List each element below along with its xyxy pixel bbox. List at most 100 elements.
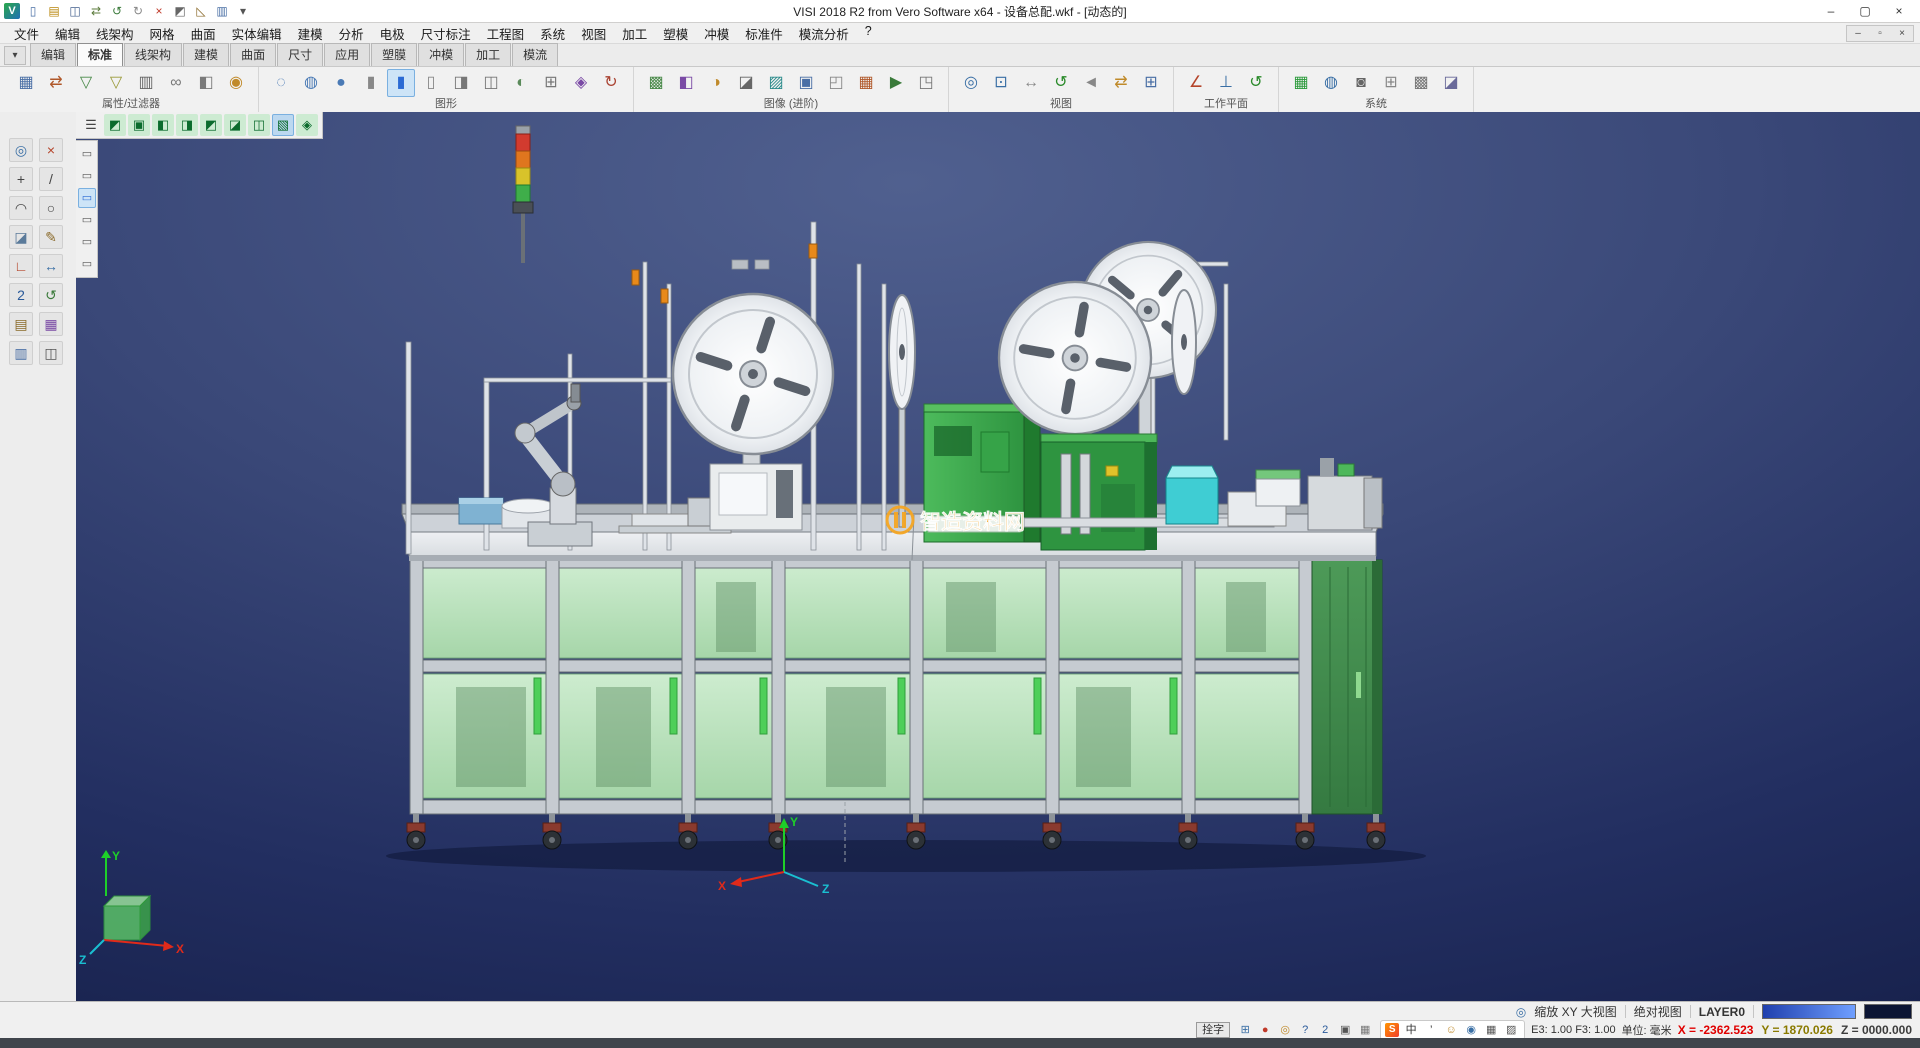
previous-view-icon[interactable]: ◄ xyxy=(1077,69,1105,97)
mask-icon[interactable]: ◧ xyxy=(192,69,220,97)
view-left-icon[interactable]: ◩ xyxy=(200,114,222,136)
menu-flow-analysis[interactable]: 模流分析 xyxy=(791,23,857,44)
save-icon[interactable]: ◫ xyxy=(65,1,85,21)
undo-icon[interactable]: ↺ xyxy=(107,1,127,21)
menu-solid-edit[interactable]: 实体编辑 xyxy=(224,23,290,44)
arc-tool-icon[interactable]: ◠ xyxy=(9,196,33,220)
line-tool-icon[interactable]: / xyxy=(39,167,63,191)
menu-mold[interactable]: 塑模 xyxy=(655,23,696,44)
dynamic-view-icon[interactable]: ⇄ xyxy=(1107,69,1135,97)
globe-icon[interactable]: ◍ xyxy=(1317,69,1345,97)
ime-emoji-icon[interactable]: ☺ xyxy=(1442,1021,1460,1039)
search-icon[interactable]: ◎ xyxy=(1276,1021,1294,1039)
menu-edit[interactable]: 编辑 xyxy=(47,23,88,44)
workplane-icon[interactable]: ∠ xyxy=(1182,69,1210,97)
animation-icon[interactable]: ▶ xyxy=(882,69,910,97)
shadow-icon[interactable]: ◪ xyxy=(732,69,760,97)
sketch-tool-icon[interactable]: ✎ xyxy=(39,225,63,249)
filter-icon[interactable]: ▽ xyxy=(72,69,100,97)
lighting-icon[interactable]: ◑ xyxy=(702,69,730,97)
redo-icon[interactable]: ↻ xyxy=(128,1,148,21)
viewport-canvas[interactable]: Y X Z Y X Z xyxy=(76,112,1920,1001)
view-right-icon[interactable]: ◨ xyxy=(176,114,198,136)
open-file-icon[interactable]: ▤ xyxy=(44,1,64,21)
shaded-display-icon[interactable]: ◍ xyxy=(297,69,325,97)
compare-icon[interactable]: ◳ xyxy=(912,69,940,97)
mdi-minimize-button[interactable]: – xyxy=(1847,26,1869,41)
menu-die[interactable]: 冲模 xyxy=(696,23,737,44)
strip-points-icon[interactable]: ▭ xyxy=(78,210,96,230)
solid-tool-icon[interactable]: ◪ xyxy=(9,225,33,249)
print-tool-icon[interactable]: ◫ xyxy=(39,341,63,365)
mdi-restore-button[interactable]: ▫ xyxy=(1869,26,1891,41)
close-button[interactable]: × xyxy=(1882,1,1916,22)
workplane-rotate-icon[interactable]: ↺ xyxy=(1242,69,1270,97)
step-2-icon[interactable]: 2 xyxy=(1316,1021,1334,1039)
layers-tool-icon[interactable]: ▥ xyxy=(9,341,33,365)
multi-view-icon[interactable]: ⊞ xyxy=(1137,69,1165,97)
tab-mold[interactable]: 塑膜 xyxy=(371,43,417,66)
menu-surface[interactable]: 曲面 xyxy=(183,23,224,44)
match-properties-icon[interactable]: ⇄ xyxy=(42,69,70,97)
maximize-button[interactable]: ▢ xyxy=(1848,1,1882,22)
hidden-line-icon[interactable]: ▯ xyxy=(417,69,445,97)
curvature-icon[interactable]: ◈ xyxy=(567,69,595,97)
menu-mesh[interactable]: 网格 xyxy=(142,23,183,44)
section-view-icon[interactable]: ◫ xyxy=(477,69,505,97)
solid-display-icon[interactable]: ● xyxy=(327,69,355,97)
tab-dimension[interactable]: 尺寸 xyxy=(277,43,323,66)
zoom-window-icon[interactable]: ⊡ xyxy=(987,69,1015,97)
render-icon[interactable]: ◐ xyxy=(507,69,535,97)
camera-icon[interactable]: ▣ xyxy=(1336,1021,1354,1039)
bar-display-icon[interactable]: ▮ xyxy=(357,69,385,97)
dimension-tool-icon[interactable]: ↔ xyxy=(39,254,63,278)
tab-modeling[interactable]: 建模 xyxy=(183,43,229,66)
attributes-icon[interactable]: ▦ xyxy=(12,69,40,97)
ime-mic-icon[interactable]: ◉ xyxy=(1462,1021,1480,1039)
layer-manager-icon[interactable]: ▥ xyxy=(132,69,160,97)
help-status-icon[interactable]: ? xyxy=(1296,1021,1314,1039)
zoom-all-icon[interactable]: ◎ xyxy=(957,69,985,97)
edges-icon[interactable]: ⊞ xyxy=(537,69,565,97)
measure-icon[interactable]: ◺ xyxy=(191,1,211,21)
palette-tool-icon[interactable]: ▦ xyxy=(39,312,63,336)
tab-flow[interactable]: 模流 xyxy=(512,43,558,66)
highlight-icon[interactable]: ◉ xyxy=(222,69,250,97)
rotate-view-icon[interactable]: ↺ xyxy=(1047,69,1075,97)
view-dynamic-icon[interactable]: ◈ xyxy=(296,114,318,136)
transparency-icon[interactable]: ◨ xyxy=(447,69,475,97)
ime-toolbox-icon[interactable]: ▨ xyxy=(1502,1021,1520,1039)
view-top-icon[interactable]: ▣ xyxy=(128,114,150,136)
active-layer-label[interactable]: LAYER0 xyxy=(1699,1005,1745,1019)
wire-display-icon[interactable]: ◌ xyxy=(267,69,295,97)
mdi-close-button[interactable]: × xyxy=(1891,26,1913,41)
ime-keyboard-icon[interactable]: ▦ xyxy=(1482,1021,1500,1039)
view-iso-se-icon[interactable]: ▧ xyxy=(272,114,294,136)
tab-die[interactable]: 冲模 xyxy=(418,43,464,66)
menu-standard-parts[interactable]: 标准件 xyxy=(737,23,791,44)
view-mode-label[interactable]: 绝对视图 xyxy=(1634,1003,1682,1020)
gallery-icon[interactable]: ▦ xyxy=(852,69,880,97)
lock-word-button[interactable]: 拴字 xyxy=(1196,1022,1230,1038)
menu-system[interactable]: 系统 xyxy=(532,23,573,44)
strip-dims-icon[interactable]: ▭ xyxy=(78,232,96,252)
undo-tool-icon[interactable]: ↺ xyxy=(39,283,63,307)
menu-electrode[interactable]: 电极 xyxy=(372,23,413,44)
calculator-icon[interactable]: ▩ xyxy=(1407,69,1435,97)
view-iso-sw-icon[interactable]: ◩ xyxy=(104,114,126,136)
color-grid-icon[interactable]: ▦ xyxy=(1287,69,1315,97)
menu-drawing[interactable]: 工程图 xyxy=(479,23,533,44)
menu-file[interactable]: 文件 xyxy=(6,23,47,44)
new-file-icon[interactable]: ▯ xyxy=(23,1,43,21)
texture-icon[interactable]: ▩ xyxy=(642,69,670,97)
plane-3d-icon[interactable]: ◪ xyxy=(1437,69,1465,97)
tab-machining[interactable]: 加工 xyxy=(465,43,511,66)
settings-icon[interactable]: ◙ xyxy=(1347,69,1375,97)
tab-standard[interactable]: 标准 xyxy=(77,43,123,66)
menu-dimension[interactable]: 尺寸标注 xyxy=(413,23,479,44)
display-mode-icon[interactable]: ▮ xyxy=(387,69,415,97)
selection-filter-icon[interactable]: ▽ xyxy=(102,69,130,97)
strip-wireframe-icon[interactable]: ▭ xyxy=(78,144,96,164)
grid-snap-icon[interactable]: ⊞ xyxy=(1236,1021,1254,1039)
zoom-tool-icon[interactable]: ◎ xyxy=(9,138,33,162)
